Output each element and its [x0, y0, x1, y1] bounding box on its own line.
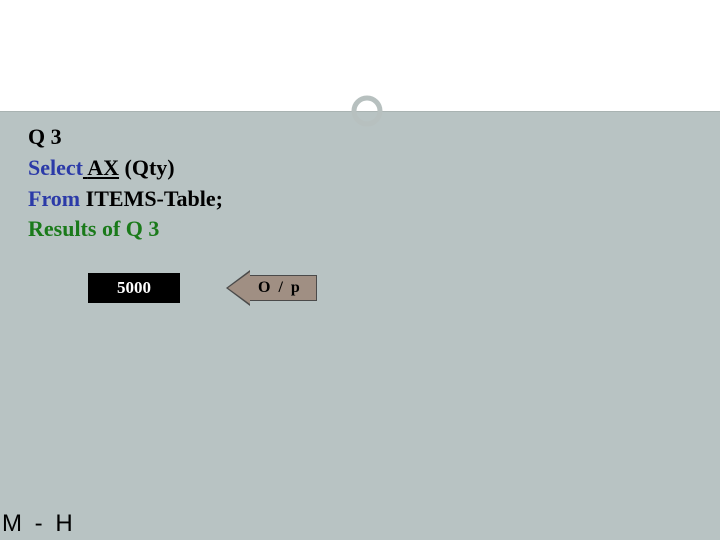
select-keyword: Select — [28, 155, 83, 180]
output-label: O / p — [250, 275, 317, 301]
result-value: 5000 — [88, 273, 180, 303]
query-from: From ITEMS-Table; — [28, 184, 700, 215]
select-function: AX — [87, 155, 119, 180]
from-rest: ITEMS-Table; — [80, 186, 223, 211]
query-title: Q 3 — [28, 122, 700, 153]
select-argument: (Qty) — [119, 155, 175, 180]
result-row: 5000 O / p — [88, 270, 317, 306]
query-block: Q 3 Select AX (Qty) From ITEMS-Table; Re… — [28, 122, 700, 245]
slide: Q 3 Select AX (Qty) From ITEMS-Table; Re… — [0, 0, 720, 540]
output-arrow: O / p — [226, 270, 317, 306]
results-label: Results of Q 3 — [28, 214, 700, 245]
footer-label: M - H — [2, 510, 76, 538]
arrow-left-icon — [226, 270, 250, 306]
query-select: Select AX (Qty) — [28, 153, 700, 184]
from-keyword: From — [28, 186, 80, 211]
